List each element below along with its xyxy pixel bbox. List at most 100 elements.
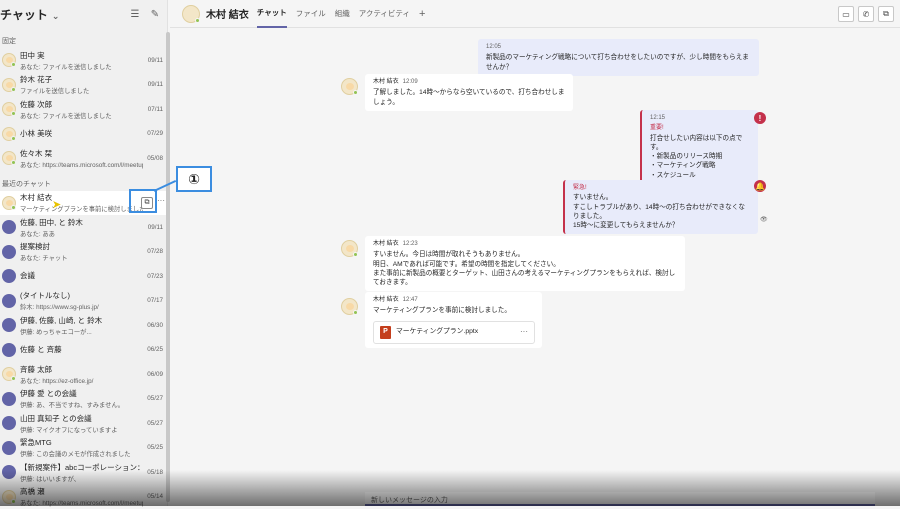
chat-list-item-name: 佐藤 次郎 [20, 99, 143, 110]
message-outgoing: 12:05 新製品のマーケティング戦略について打ち合わせをしたいのですが、少し時… [478, 39, 759, 76]
chat-list-item-date: 05/14 [143, 493, 163, 500]
chat-list-item[interactable]: 伊藤 愛 との会議伊藤: あ、不当ですね、すみません。05/27 [0, 387, 167, 412]
message-line: すこしトラブルがあり、14時〜の打ち合わせができなくなりました。 [573, 203, 750, 222]
message-sender: 木村 結衣 [373, 79, 399, 85]
chat-list-item-date: 07/23 [143, 273, 163, 280]
avatar [2, 196, 16, 210]
presence-icon [11, 136, 16, 141]
add-tab-icon[interactable]: + [419, 8, 425, 20]
chat-list-item-preview: 伊藤: めっちゃエコーが... [20, 327, 143, 336]
presence-icon [195, 18, 200, 23]
chat-list-item-name: 鈴木 花子 [20, 74, 143, 85]
file-name[interactable]: マーケティングプラン.pptx [396, 327, 520, 336]
recent-section-label: 最近のチャット [0, 171, 167, 191]
audio-call-icon[interactable]: ✆ [858, 6, 874, 22]
chat-list-item-preview: あなた: ファイルを送信しました [20, 111, 143, 120]
avatar[interactable] [341, 78, 358, 95]
group-avatar [2, 245, 16, 259]
pinned-list: 田中 実あなた: ファイルを送信しました09/11鈴木 花子ファイルを送信しまし… [0, 48, 167, 171]
group-avatar [2, 465, 16, 479]
chat-list-item-date: 07/28 [143, 248, 163, 255]
important-icon: ! [754, 112, 766, 124]
avatar[interactable] [341, 298, 358, 315]
message-line: ・新製品のリリース時期 [650, 152, 750, 161]
group-avatar [2, 343, 16, 357]
chat-list-item[interactable]: 高橋 瀬あなた: https://teams.microsoft.com/l/m… [0, 485, 167, 509]
chat-list-item[interactable]: 山田 真知子 との会議伊藤: マイクオフになっていますよ05/27 [0, 411, 167, 436]
chat-list-item-date: 09/11 [143, 57, 163, 64]
presence-icon [11, 376, 16, 381]
chat-list-item-text: 佐藤 と 斉藤 [20, 344, 143, 356]
file-attachment[interactable]: P マーケティングプラン.pptx ··· [373, 321, 535, 344]
chat-list-item-text: 伊藤 愛 との会議伊藤: あ、不当ですね、すみません。 [20, 388, 143, 409]
chat-list-item[interactable]: (タイトルなし)鈴木: https://www.sg-plus.jp/07/17 [0, 289, 167, 314]
more-options-icon[interactable]: ··· [520, 327, 528, 336]
contact-name: 木村 結衣 [206, 6, 249, 21]
message-line: 15時〜に変更してもらえませんか？ [573, 221, 750, 230]
more-options-icon[interactable]: ··· [157, 196, 165, 205]
avatar [2, 127, 16, 141]
message-outgoing-urgent: 緊急! すいません。 すこしトラブルがあり、14時〜の打ち合わせができなくなりま… [563, 180, 758, 234]
chat-list-item-preview: あなた: https://teams.microsoft.com/l/meetu… [20, 160, 143, 169]
chat-list-item[interactable]: 小林 美咲07/29 [0, 122, 167, 147]
chat-list-item-date: 06/25 [143, 346, 163, 353]
chat-list-pane: チャット⌄ ☰ ✎ 固定 田中 実あなた: ファイルを送信しました09/11鈴木… [0, 0, 168, 506]
chat-list-item[interactable]: 田中 実あなた: ファイルを送信しました09/11 [0, 48, 167, 73]
chat-list-item[interactable]: 佐藤 次郎あなた: ファイルを送信しました07/11 [0, 97, 167, 122]
message-time: 12:15 [650, 114, 750, 123]
chat-list-item-name: 会議 [20, 270, 143, 281]
chat-list-item[interactable]: 緊急MTG伊藤: この会議のメモが作成されました05/25 [0, 436, 167, 461]
presence-icon [11, 160, 16, 165]
chat-list-item[interactable]: 佐藤, 田中, と 鈴木あなた: ああ09/11 [0, 215, 167, 240]
tab-organization[interactable]: 組織 [335, 0, 350, 28]
chat-list-item[interactable]: 【新規案件】abcコーポレーション：ヒアリン...伊藤: はいいますが、05/1… [0, 460, 167, 485]
avatar [2, 53, 16, 67]
message-input[interactable]: 新しいメッセージの入力 [365, 492, 875, 506]
chat-list-item-text: (タイトルなし)鈴木: https://www.sg-plus.jp/ [20, 290, 143, 311]
group-avatar [2, 441, 16, 455]
chat-list-item[interactable]: 佐々木 栞あなた: https://teams.microsoft.com/l/… [0, 146, 167, 171]
urgent-bell-icon: 🔔 [754, 180, 766, 192]
group-avatar [2, 416, 16, 430]
chat-list-item[interactable]: 佐藤 と 斉藤06/25 [0, 338, 167, 363]
message-time: 12:09 [403, 79, 418, 85]
chat-list-item-text: 田中 実あなた: ファイルを送信しました [20, 50, 143, 71]
popout-icon[interactable]: ⧉ [878, 6, 894, 22]
video-call-icon[interactable]: ▭ [838, 6, 854, 22]
chat-list-item[interactable]: 提案検討あなた: チャット07/28 [0, 240, 167, 265]
presence-icon [11, 111, 16, 116]
chat-list-item-name: 【新規案件】abcコーポレーション：ヒアリン... [20, 462, 143, 473]
chat-list-item[interactable]: 斉藤 太郎あなた: https://ez-office.jp/06/09 [0, 362, 167, 387]
chat-list-item-preview: あなた: チャット [20, 253, 143, 262]
avatar[interactable] [182, 5, 200, 23]
chat-list-item-date: 07/11 [143, 106, 163, 113]
message-line: すいません。 [573, 193, 750, 202]
powerpoint-icon: P [380, 326, 391, 339]
chat-list-item-name: 佐藤, 田中, と 鈴木 [20, 217, 143, 228]
avatar[interactable] [341, 240, 358, 257]
chat-list-item-text: 佐々木 栞あなた: https://teams.microsoft.com/l/… [20, 148, 143, 169]
group-avatar [2, 220, 16, 234]
recent-list: 木村 結衣マーケティングプランを事前に検討しました。⧉···佐藤, 田中, と … [0, 191, 167, 509]
chat-list-item-name: (タイトルなし) [20, 290, 143, 301]
message-text: 新製品のマーケティング戦略について打ち合わせをしたいのですが、少し時間をもらえま… [486, 53, 751, 72]
chat-title[interactable]: チャット⌄ [0, 6, 59, 23]
chat-list-item-text: 佐藤, 田中, と 鈴木あなた: ああ [20, 217, 143, 238]
filter-icon[interactable]: ☰ [129, 8, 141, 20]
chevron-down-icon[interactable]: ⌄ [52, 11, 60, 21]
chat-list-item[interactable]: 会議07/23 [0, 264, 167, 289]
tab-activity[interactable]: アクティビティ [359, 0, 410, 28]
message-time: 12:47 [403, 297, 418, 303]
chat-list-item[interactable]: 伊藤, 佐藤, 山崎, と 鈴木伊藤: めっちゃエコーが...06/30 [0, 313, 167, 338]
chat-list-item-name: 伊藤 愛 との会議 [20, 388, 143, 399]
group-avatar [2, 269, 16, 283]
new-chat-icon[interactable]: ✎ [149, 8, 161, 20]
chat-list-item-text: 会議 [20, 270, 143, 282]
presence-icon [11, 499, 16, 504]
chat-list-item-preview: 伊藤: この会議のメモが作成されました [20, 449, 143, 458]
tab-files[interactable]: ファイル [296, 0, 326, 28]
chat-list-item-name: 提案検討 [20, 241, 143, 252]
tab-chat[interactable]: チャット [257, 0, 287, 28]
chat-list-item-preview: 伊藤: マイクオフになっていますよ [20, 425, 143, 434]
chat-list-item[interactable]: 鈴木 花子ファイルを送信しました09/11 [0, 73, 167, 98]
